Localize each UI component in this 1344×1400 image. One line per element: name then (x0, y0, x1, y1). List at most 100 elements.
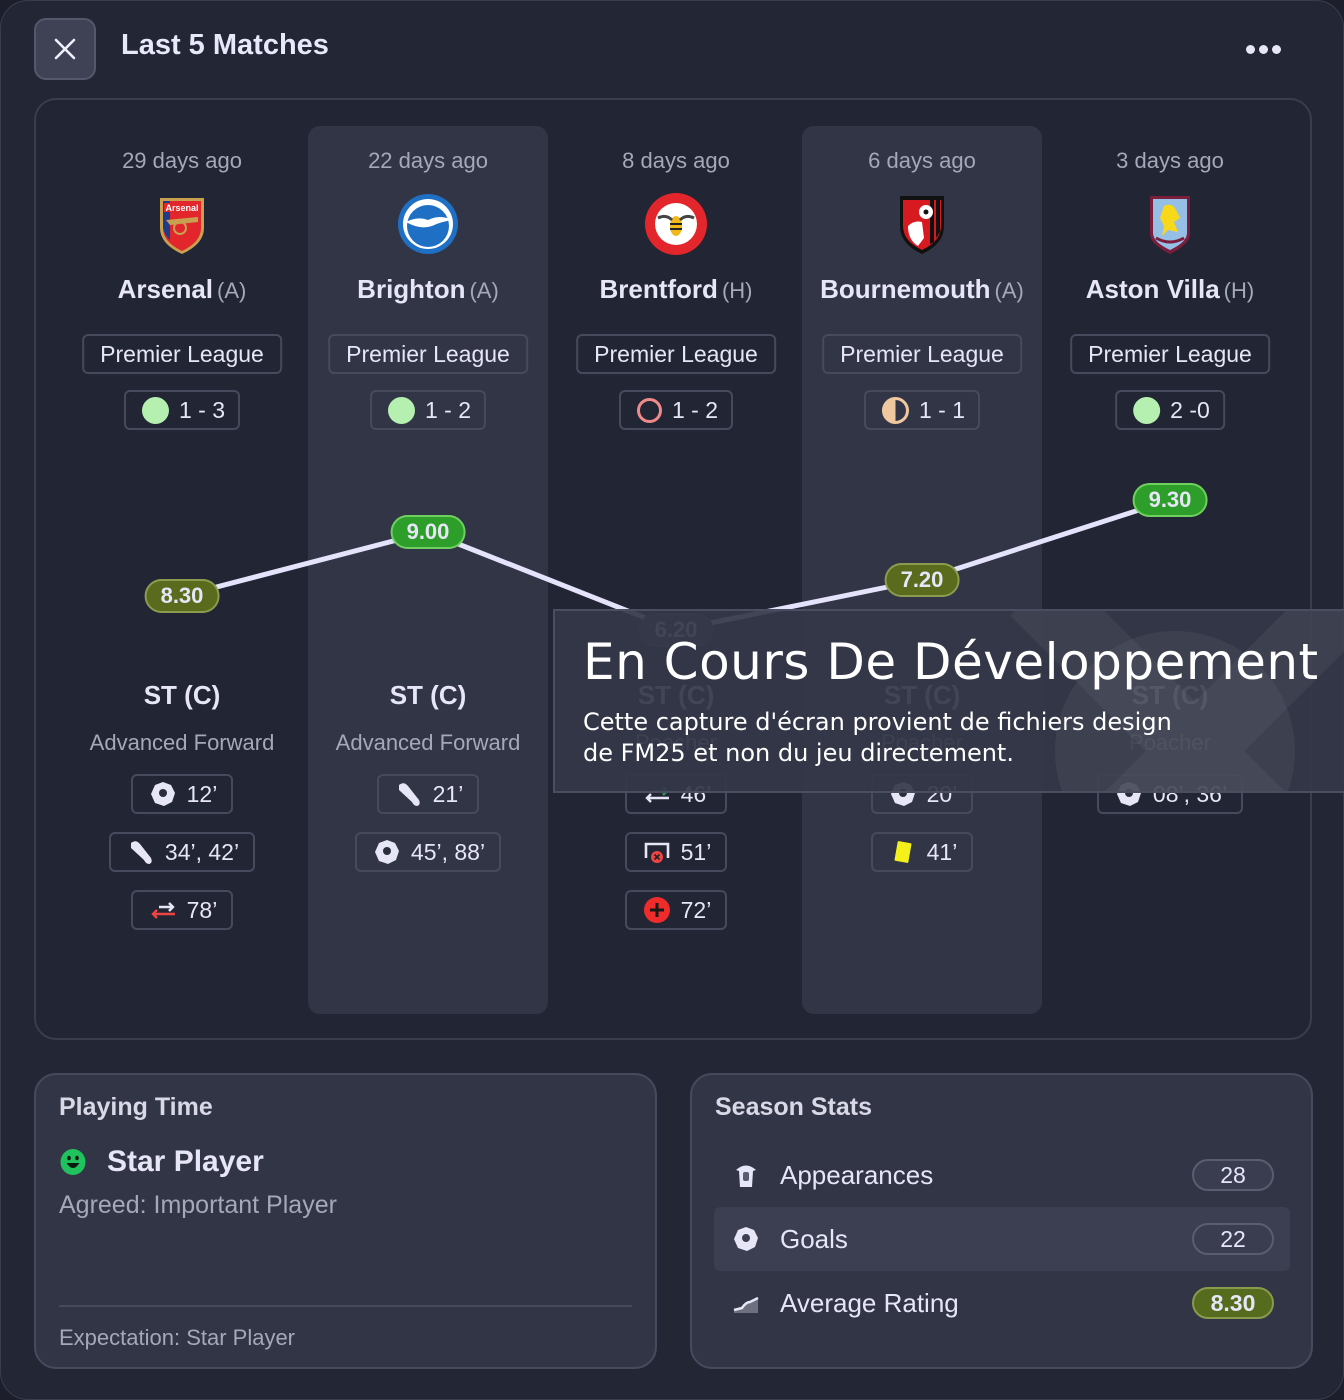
more-dot (1258, 44, 1268, 54)
opponent-name[interactable]: Brentford (600, 274, 718, 304)
overlay-text: Cette capture d'écran provient de fichie… (583, 707, 1172, 769)
assist-icon (395, 780, 423, 808)
season-stats-title: Season Stats (715, 1093, 873, 1121)
match-event: 34’, 42’ (108, 832, 256, 872)
event-minutes: 45’, 88’ (410, 838, 486, 865)
opponent[interactable]: Aston Villa (H) (1050, 274, 1290, 305)
divider (59, 1305, 632, 1307)
assist-icon (127, 838, 155, 866)
stat-label: Appearances (780, 1159, 934, 1190)
score: 1 - 1 (918, 397, 966, 423)
match-column[interactable]: 8 days ago Brentford (H) Premier League 1… (556, 126, 796, 1014)
season-stats-panel: Season Stats Appearances 28 Goals 22 Ave… (690, 1073, 1313, 1369)
playing-time-title: Playing Time (59, 1093, 213, 1121)
opponent-name[interactable]: Arsenal (118, 274, 213, 304)
competition-badge[interactable]: Premier League (822, 334, 1022, 374)
svg-text:Arsenal: Arsenal (165, 203, 198, 213)
score: 1 - 2 (424, 397, 472, 423)
overlay-title: En Cours De Développement (583, 633, 1319, 691)
stat-row-goals: Goals 22 (714, 1207, 1290, 1271)
match-event: 72’ (624, 890, 728, 930)
competition-badge[interactable]: Premier League (328, 334, 528, 374)
stat-label: Goals (780, 1223, 848, 1254)
opponent-name[interactable]: Bournemouth (820, 274, 990, 304)
rating-point-label: 8.30 (144, 579, 220, 613)
rating-trend-icon (730, 1289, 762, 1317)
competition-badge[interactable]: Premier League (82, 334, 282, 374)
opponent[interactable]: Arsenal (A) (62, 274, 302, 305)
brentford-crest (644, 192, 708, 256)
venue: (A) (994, 278, 1024, 303)
sub-off-icon (149, 896, 177, 924)
result-draw-icon (881, 396, 909, 424)
score-badge: 2 -0 (1115, 390, 1225, 430)
opponent-name[interactable]: Aston Villa (1086, 274, 1220, 304)
event-minutes: 21’ (432, 780, 464, 807)
close-button[interactable] (34, 18, 96, 80)
happy-face-icon (60, 1149, 86, 1175)
score-badge: 1 - 1 (863, 390, 981, 430)
more-options-icon (1245, 44, 1255, 54)
match-event: 12’ (130, 774, 234, 814)
opponent[interactable]: Brentford (H) (556, 274, 796, 305)
playing-time-panel: Playing Time Star Player Agreed: Importa… (34, 1073, 657, 1369)
score-badge: 1 - 2 (369, 390, 487, 430)
event-minutes: 41’ (926, 838, 958, 865)
match-date: 3 days ago (1116, 148, 1224, 173)
match-event: 41’ (870, 832, 974, 872)
goal-icon (373, 838, 401, 866)
result-win-icon (1133, 396, 1161, 424)
venue: (A) (217, 278, 247, 303)
stat-row-average-rating: Average Rating 8.30 (714, 1271, 1290, 1335)
missed-penalty-icon (643, 838, 671, 866)
aston-villa-crest (1138, 192, 1202, 256)
score: 1 - 2 (671, 397, 719, 423)
position: ST (C) (143, 680, 221, 710)
last-matches-window: Last 5 Matches 29 days ago Arsenal Arsen… (0, 0, 1344, 1400)
matches-panel: 29 days ago Arsenal Arsenal (A) Premier L… (34, 98, 1312, 1040)
result-win-icon (387, 396, 415, 424)
match-events: 12’ 34’, 42’ 78’ (62, 774, 302, 930)
opponent-name[interactable]: Brighton (357, 274, 465, 304)
result-loss-icon (636, 397, 662, 423)
event-minutes: 12’ (186, 780, 218, 807)
ball-icon (730, 1225, 762, 1253)
opponent[interactable]: Brighton (A) (308, 274, 548, 305)
agreed-playing-time: Agreed: Important Player (59, 1191, 337, 1219)
event-minutes: 51’ (680, 838, 712, 865)
more-options-button[interactable] (1241, 39, 1285, 59)
stat-row-appearances: Appearances 28 (714, 1143, 1290, 1207)
match-date: 29 days ago (122, 148, 242, 173)
match-date: 6 days ago (868, 148, 976, 173)
competition-badge[interactable]: Premier League (1070, 334, 1270, 374)
result-win-icon (141, 396, 169, 424)
venue: (A) (469, 278, 499, 303)
goal-icon (149, 780, 177, 808)
match-events: 21’ 45’, 88’ (308, 774, 548, 872)
stat-label: Average Rating (780, 1287, 959, 1318)
overlay-text-line: Cette capture d'écran provient de fichie… (583, 708, 1172, 736)
venue: (H) (1223, 278, 1255, 303)
match-date: 8 days ago (622, 148, 730, 173)
match-column[interactable]: 3 days ago Aston Villa (H) Premier League… (1050, 126, 1290, 1014)
arsenal-crest: Arsenal (150, 192, 214, 256)
match-column[interactable]: 22 days ago Brighton (A) Premier League 1… (308, 126, 548, 1014)
position: ST (C) (389, 680, 467, 710)
close-icon (54, 38, 76, 60)
match-event: 78’ (130, 890, 234, 930)
overlay-text-line: de FM25 et non du jeu directement. (583, 739, 1014, 767)
match-event: 51’ (624, 832, 728, 872)
match-events: 46’ 51’ 72’ (556, 774, 796, 930)
score-badge: 1 - 3 (123, 390, 241, 430)
score: 2 -0 (1170, 397, 1210, 423)
competition-badge[interactable]: Premier League (576, 334, 776, 374)
event-minutes: 34’, 42’ (164, 838, 240, 865)
match-column[interactable]: 29 days ago Arsenal Arsenal (A) Premier L… (62, 126, 302, 1014)
role: Advanced Forward (89, 730, 275, 755)
development-overlay: En Cours De Développement Cette capture … (553, 609, 1344, 793)
opponent[interactable]: Bournemouth (A) (802, 274, 1042, 305)
stat-value: 28 (1192, 1159, 1274, 1191)
match-event: 21’ (376, 774, 480, 814)
stat-value: 22 (1192, 1223, 1274, 1255)
score: 1 - 3 (178, 397, 226, 423)
